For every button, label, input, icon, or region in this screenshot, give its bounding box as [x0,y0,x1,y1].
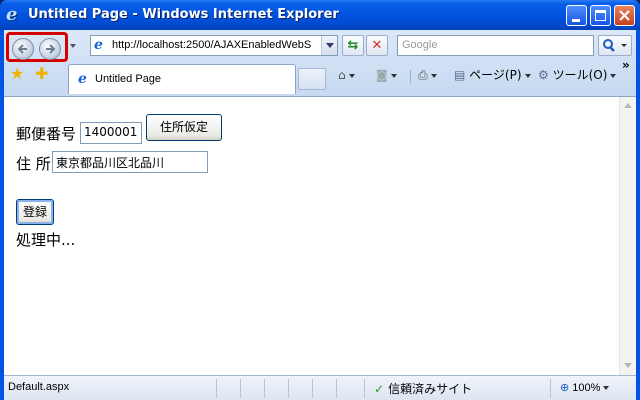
window-title: Untitled Page - Windows Internet Explore… [28,7,339,22]
status-separator [264,379,265,398]
maximize-button[interactable] [590,5,611,26]
toolbar-separator [410,70,411,84]
stop-button[interactable]: ✕ [366,35,388,56]
search-box[interactable]: Google [397,35,594,56]
zoom-level: 100% [572,382,601,394]
home-icon: ⌂ [338,68,346,82]
status-separator [288,379,289,398]
printer-icon: ⎙ [418,68,428,82]
status-separator [312,379,313,398]
minimize-icon [572,19,580,22]
address-label: 住 所 [16,155,51,173]
submit-button[interactable]: 登録 [16,199,54,225]
back-arrow-icon [17,44,27,54]
chevron-more-icon[interactable]: » [622,56,630,74]
status-bar: Default.aspx ✓ 信頼済みサイト ⊕ 100% [4,375,636,400]
back-button[interactable] [12,38,34,60]
title-bar[interactable]: e Untitled Page - Windows Internet Explo… [0,0,640,30]
zoom-icon: ⊕ [560,382,570,394]
rss-icon: ◙ [376,68,388,82]
close-icon [619,10,630,21]
add-favorites-icon[interactable]: ✚ [35,66,48,82]
zoom-control[interactable]: ⊕ 100% [560,381,610,394]
forward-button[interactable] [39,38,61,60]
tab-untitled-page[interactable]: e Untitled Page [68,64,296,94]
status-separator [550,379,551,398]
address-lookup-button[interactable]: 住所仮定 [146,114,222,141]
status-separator [336,379,337,398]
status-separator [216,379,217,398]
refresh-button[interactable]: ⇆ [342,35,364,56]
status-text: Default.aspx [8,381,70,393]
tools-menu-button[interactable]: ⚙ ツール(O) [538,66,617,84]
address-dropdown[interactable] [321,36,337,55]
maximize-icon [595,10,606,21]
zone-label: 信頼済みサイト [388,382,473,396]
address-input[interactable]: 東京都品川区北品川 [52,151,208,173]
page-menu-button[interactable]: ▤ ページ(P) [454,66,531,84]
close-button[interactable] [614,5,635,26]
stop-icon: ✕ [371,38,383,53]
search-button[interactable] [598,35,632,56]
page-icon: e [94,37,103,53]
postal-code-label: 郵便番号 [16,125,77,143]
nav-buttons-highlight [6,32,68,62]
scroll-up-icon[interactable] [620,97,636,114]
home-button[interactable]: ⌂ [338,66,355,84]
tab-label: Untitled Page [95,73,162,85]
page-menu-label: ページ(P) [469,68,522,82]
favorites-star-icon[interactable]: ★ [10,66,24,82]
tools-menu-label: ツール(O) [552,68,608,82]
checkmark-icon: ✓ [374,382,385,396]
address-input[interactable]: http://localhost:2500/AJAXEnabledWebS [112,39,320,51]
recent-pages-dropdown[interactable] [70,44,76,48]
page-icon: e [78,71,87,87]
minimize-button[interactable] [566,5,587,26]
feeds-button[interactable]: ◙ [376,66,397,84]
toolbar-area: e http://localhost:2500/AJAXEnabledWebS … [4,30,636,96]
ie-logo-icon: e [6,4,18,25]
status-separator [240,379,241,398]
forward-arrow-icon [46,44,56,54]
search-icon [603,39,627,52]
vertical-scrollbar[interactable] [619,97,636,376]
page-content: 郵便番号 1400001 住所仮定 住 所 東京都品川区北品川 登録 処理中..… [4,96,636,376]
refresh-icon: ⇆ [347,38,359,53]
browser-window: e Untitled Page - Windows Internet Explo… [0,0,640,400]
scroll-down-icon[interactable] [620,357,636,374]
search-input[interactable]: Google [402,39,437,51]
status-separator [364,379,365,398]
security-zone[interactable]: ✓ 信頼済みサイト [374,380,472,397]
new-tab-button[interactable] [298,68,326,90]
print-button[interactable]: ⎙ [418,66,437,84]
address-bar[interactable]: e http://localhost:2500/AJAXEnabledWebS [90,35,338,56]
page-icon: ▤ [454,68,466,82]
postal-code-input[interactable]: 1400001 [80,122,142,144]
processing-text: 処理中... [16,231,76,249]
gear-icon: ⚙ [538,68,549,82]
